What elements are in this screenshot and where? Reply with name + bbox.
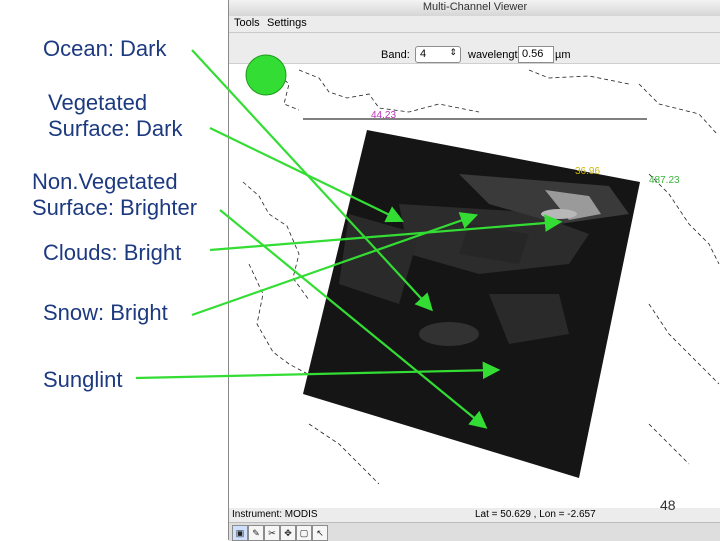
arrow-vegetated [209, 127, 404, 223]
annotation-overlay [135, 49, 563, 429]
arrow-ocean [191, 49, 433, 312]
arrow-sunglint [135, 361, 501, 380]
green-marker-circle [245, 54, 287, 96]
arrow-clouds [209, 214, 563, 252]
arrow-nonvegetated [219, 209, 488, 429]
arrow-snow [191, 212, 479, 317]
